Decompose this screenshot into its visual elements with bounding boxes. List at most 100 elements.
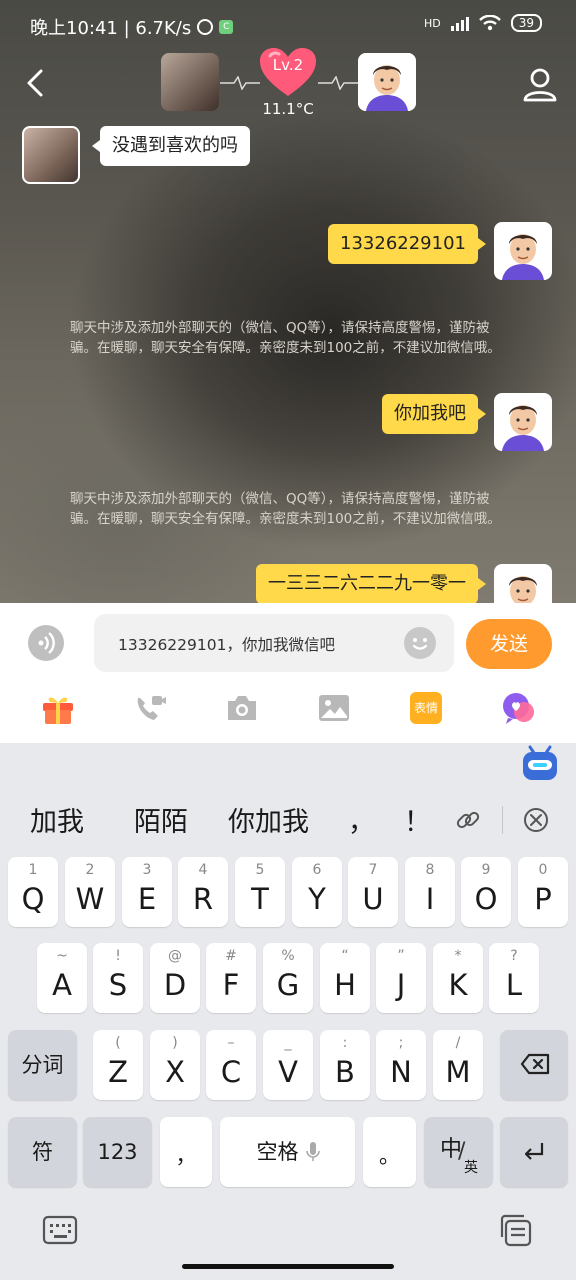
network-type-label: HD	[423, 16, 441, 30]
back-arrow-icon[interactable]	[24, 68, 46, 98]
voice-input-button[interactable]	[28, 625, 64, 661]
key-e[interactable]: 3E	[122, 857, 172, 927]
key-u-main: U	[362, 882, 384, 916]
segment-key[interactable]: 分词	[8, 1030, 77, 1100]
camera-icon[interactable]	[224, 690, 260, 726]
enter-key[interactable]	[500, 1117, 568, 1187]
key-f[interactable]: # F	[206, 943, 256, 1013]
close-suggestions-icon[interactable]	[522, 806, 550, 834]
key-l-sub: ?	[510, 948, 518, 964]
sticker-button[interactable]: 表情	[410, 692, 442, 724]
number-key-label: 123	[97, 1140, 138, 1164]
key-v[interactable]: _ V	[263, 1030, 313, 1100]
symbol-key[interactable]: 符	[8, 1117, 77, 1187]
key-q-main: Q	[21, 882, 45, 916]
outgoing-message: 你加我吧	[382, 394, 486, 434]
key-c[interactable]: – C	[206, 1030, 256, 1100]
status-right: HD 39	[424, 14, 542, 32]
voice-waves-icon	[38, 632, 55, 654]
number-key[interactable]: 123	[83, 1117, 152, 1187]
message-input[interactable]: 13326229101，你加我微信吧	[94, 614, 454, 672]
key-r-sub: 4	[198, 862, 208, 878]
key-w[interactable]: 2W	[65, 857, 115, 927]
key-i[interactable]: 8I	[405, 857, 455, 927]
key-m-main: M	[445, 1055, 471, 1089]
key-t[interactable]: 5T	[235, 857, 285, 927]
suggestion-4[interactable]: ，	[348, 800, 375, 839]
safety-notice: 聊天中涉及添加外部聊天的（微信、QQ等），请保持高度警惕，谨防被骗。在暖聊，聊天…	[70, 491, 501, 527]
photo-album-icon[interactable]	[316, 690, 352, 726]
partner-message-avatar[interactable]	[22, 126, 80, 184]
partner-avatar[interactable]	[161, 53, 219, 111]
my-message-avatar[interactable]	[494, 222, 552, 280]
key-d[interactable]: @ D	[150, 943, 200, 1013]
keyboard-hide-icon[interactable]	[42, 1215, 78, 1245]
profile-icon[interactable]	[522, 66, 558, 102]
backspace-key[interactable]	[500, 1030, 568, 1100]
send-button[interactable]: 发送	[466, 619, 552, 669]
heartbeat-line-right	[318, 76, 358, 90]
key-z[interactable]: (Z	[93, 1030, 143, 1100]
key-j[interactable]: ” J	[376, 943, 426, 1013]
suggestion-3[interactable]: 你加我	[228, 800, 309, 839]
suggestion-2[interactable]: 陌陌	[134, 800, 188, 839]
key-p-main: P	[534, 882, 552, 916]
key-p[interactable]: 0P	[518, 857, 568, 927]
key-m-sub: /	[455, 1035, 461, 1051]
clipboard-icon[interactable]	[498, 1213, 534, 1247]
key-g-main: G	[276, 968, 300, 1002]
key-z-sub: (	[115, 1035, 121, 1051]
period-key[interactable]: 。	[363, 1117, 416, 1187]
video-call-icon[interactable]	[132, 690, 168, 726]
space-key[interactable]: 空格	[220, 1117, 355, 1187]
key-g[interactable]: % G	[263, 943, 313, 1013]
keyboard-assistant-icon[interactable]	[521, 744, 559, 782]
key-s[interactable]: ! S	[93, 943, 143, 1013]
key-w-sub: 2	[85, 862, 95, 878]
my-message-avatar[interactable]	[494, 564, 552, 603]
key-l[interactable]: ? L	[489, 943, 539, 1013]
key-l-main: L	[505, 968, 523, 1002]
status-time-speed: 晚上10:41 | 6.7K/s	[30, 18, 192, 39]
key-e-main: E	[137, 882, 157, 916]
key-x[interactable]: ) X	[150, 1030, 200, 1100]
home-indicator	[182, 1264, 394, 1269]
enter-icon	[524, 1143, 544, 1160]
key-b[interactable]: :B	[320, 1030, 370, 1100]
suggestion-1[interactable]: 加我	[30, 800, 84, 839]
gift-icon[interactable]	[40, 690, 76, 726]
key-h[interactable]: “H	[320, 943, 370, 1013]
key-w-main: W	[75, 882, 105, 916]
key-a[interactable]: ~ A	[37, 943, 87, 1013]
key-r-main: R	[192, 882, 214, 916]
key-r[interactable]: 4R	[178, 857, 228, 927]
key-s-main: S	[108, 968, 128, 1002]
lang-en-label: 英	[464, 1160, 478, 1176]
status-bar: 晚上10:41 | 6.7K/s C HD 39	[0, 0, 576, 52]
emoji-button[interactable]	[404, 627, 436, 659]
space-key-label: 空格	[256, 1140, 299, 1164]
key-x-sub: )	[172, 1035, 178, 1051]
link-icon[interactable]	[454, 806, 482, 834]
key-o-sub: 9	[481, 862, 491, 878]
cartoon-man-icon	[502, 405, 544, 451]
key-u[interactable]: 7U	[348, 857, 398, 927]
key-m[interactable]: / M	[433, 1030, 483, 1100]
key-q[interactable]: 1Q	[8, 857, 58, 927]
key-o[interactable]: 9O	[461, 857, 511, 927]
key-s-sub: !	[115, 948, 121, 964]
key-d-main: D	[163, 968, 187, 1002]
heart-chat-icon[interactable]	[500, 690, 536, 726]
my-avatar[interactable]	[358, 53, 416, 111]
key-u-sub: 7	[368, 862, 378, 878]
key-n[interactable]: ; N	[376, 1030, 426, 1100]
backspace-icon	[520, 1053, 550, 1075]
language-switch-key[interactable]: 中 / 英	[424, 1117, 493, 1187]
my-message-avatar[interactable]	[494, 393, 552, 451]
key-y[interactable]: 6Y	[292, 857, 342, 927]
key-k[interactable]: * K	[433, 943, 483, 1013]
key-e-sub: 3	[142, 862, 152, 878]
key-v-sub: _	[284, 1035, 292, 1051]
outgoing-message: 13326229101	[328, 224, 486, 264]
suggestion-5[interactable]: ！	[404, 800, 431, 839]
